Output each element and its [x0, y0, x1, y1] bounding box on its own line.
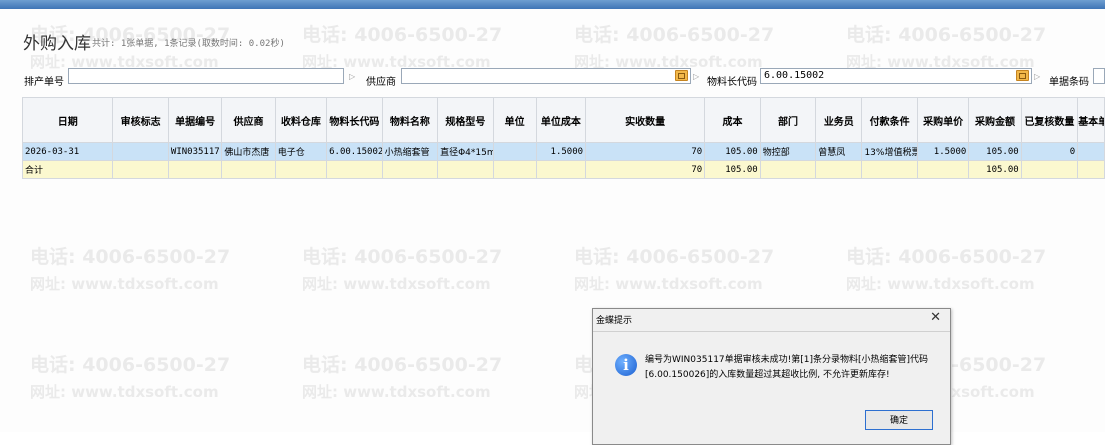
supplier-input[interactable] [401, 68, 691, 84]
inbound-table: 日期 审核标志 单据编号 供应商 收料仓库 物料长代码 物料名称 规格型号 单位… [21, 97, 1105, 179]
total-qty: 70 [585, 160, 706, 179]
column-header[interactable]: 规格型号 [437, 97, 494, 143]
column-header[interactable]: 单据编号 [167, 97, 223, 143]
cell-spec: 直径Φ4*15m米 [437, 142, 494, 161]
expand-arrow-icon[interactable]: ▷ [349, 72, 355, 81]
column-header[interactable]: 成本 [704, 97, 761, 143]
batch-no-input[interactable] [68, 68, 344, 84]
record-summary: 共计: 1张单据, 1条记录(取数时间: 0.02秒) [92, 39, 285, 49]
cell-item-code: 6.00.150026 [326, 142, 383, 161]
column-header[interactable]: 物料名称 [381, 97, 439, 143]
column-header[interactable]: 单位成本 [535, 97, 587, 143]
expand-arrow-icon[interactable]: ▷ [1034, 72, 1040, 81]
column-header[interactable]: 业务员 [815, 97, 863, 143]
item-code-label: 物料长代码 [707, 77, 757, 88]
total-amount: 105.00 [968, 160, 1022, 179]
item-code-input[interactable] [760, 68, 1032, 84]
doc-barcode-label: 单据条码 [1049, 77, 1089, 88]
cell-warehouse: 电子仓 [274, 142, 328, 161]
cell-checked-qty: 0 [1020, 142, 1079, 161]
cell-dept: 物控部 [759, 142, 817, 161]
column-header[interactable]: 采购金额 [968, 97, 1022, 143]
column-header[interactable]: 采购单价 [916, 97, 970, 143]
total-cost: 105.00 [704, 160, 761, 179]
close-icon[interactable]: ✕ [930, 310, 941, 325]
column-header[interactable]: 物料长代码 [326, 97, 383, 143]
total-label: 合计 [21, 160, 114, 179]
dialog-title: 金蝶提示 [596, 316, 633, 326]
supplier-lookup-icon[interactable] [675, 70, 688, 81]
column-header[interactable]: 付款条件 [861, 97, 918, 143]
column-header[interactable]: 已复核数量 [1020, 97, 1079, 143]
cell-clerk: 曾慧凤 [815, 142, 863, 161]
window-top-bar [0, 0, 1105, 9]
page-title: 外购入库 [23, 34, 91, 54]
ok-button[interactable]: 确定 [865, 410, 933, 430]
column-header[interactable]: 基本单位 [1077, 97, 1105, 143]
cell-supplier: 佛山市杰唐 [221, 142, 276, 161]
cell-unit [492, 142, 537, 161]
item-code-lookup-icon[interactable] [1016, 70, 1029, 81]
cell-amount: 105.00 [968, 142, 1022, 161]
cell-unit-cost: 1.5000 [535, 142, 587, 161]
cell-item-name: 小热缩套管 [381, 142, 439, 161]
cell-cost: 105.00 [704, 142, 761, 161]
cell-qty: 70 [585, 142, 706, 161]
dialog-divider [593, 331, 950, 332]
doc-barcode-input[interactable] [1093, 68, 1105, 84]
total-row: 合计 70 105.00 105.00 [21, 160, 1105, 179]
column-header[interactable]: 部门 [759, 97, 817, 143]
batch-no-label: 排产单号 [24, 77, 64, 88]
column-header[interactable]: 审核标志 [112, 97, 169, 143]
table-header-row: 日期 审核标志 单据编号 供应商 收料仓库 物料长代码 物料名称 规格型号 单位… [21, 97, 1105, 143]
cell-price: 1.5000 [916, 142, 970, 161]
cell-audit [112, 142, 169, 161]
expand-arrow-icon[interactable]: ▷ [693, 72, 699, 81]
column-header[interactable]: 实收数量 [585, 97, 706, 143]
cell-pay-terms: 13%增值税票 [861, 142, 918, 161]
cell-base-unit [1077, 142, 1105, 161]
message-dialog: 金蝶提示 ✕ i 编号为WIN035117单据审核未成功!第[1]条分录物料[小… [592, 308, 951, 445]
supplier-label: 供应商 [366, 77, 396, 88]
table-row[interactable]: 2026-03-31 WIN035117 佛山市杰唐 电子仓 6.00.1500… [21, 142, 1105, 161]
column-header[interactable]: 供应商 [221, 97, 276, 143]
column-header[interactable]: 收料仓库 [274, 97, 328, 143]
info-icon: i [615, 354, 637, 376]
dialog-message: 编号为WIN035117单据审核未成功!第[1]条分录物料[小热缩套管]代码[6… [645, 355, 929, 380]
column-header[interactable]: 日期 [21, 97, 114, 143]
column-header[interactable]: 单位 [492, 97, 537, 143]
cell-doc-no: WIN035117 [167, 142, 223, 161]
cell-date: 2026-03-31 [21, 142, 114, 161]
